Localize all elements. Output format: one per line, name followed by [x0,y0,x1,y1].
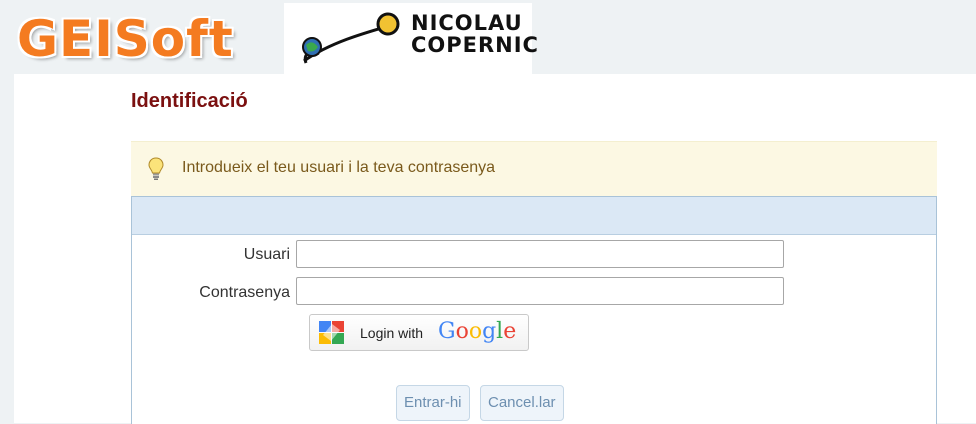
google-letter: o [455,319,469,344]
google-login-text: Login with [360,325,424,341]
hint-box: Introdueix el teu usuari i la teva contr… [131,141,937,196]
school-logo: NICOLAU COPERNIC [284,3,538,74]
google-wordmark: Google [438,319,516,344]
geisoft-logo: GEISoft [17,10,234,68]
submit-button[interactable]: Entrar-hi [396,385,470,421]
google-squares-icon [319,321,344,344]
google-letter: e [503,319,517,344]
cancel-button[interactable]: Cancel.lar [480,385,564,421]
header-bar: GEISoft NICOLAU COPERNIC [0,0,976,74]
google-letter: o [468,319,483,344]
password-input[interactable] [296,277,784,305]
google-letter: g [482,319,497,344]
google-login-button[interactable]: Login with Google [309,314,529,351]
user-input[interactable] [296,240,784,268]
page-title: Identificació [131,90,248,112]
password-label: Contrasenya [199,284,290,301]
lightbulb-icon [148,157,164,180]
google-letter: G [438,319,456,344]
user-label: Usuari [243,246,290,263]
form-header [132,197,936,235]
school-logo-line1: NICOLAU [411,11,523,35]
school-logo-line2: COPERNIC [411,33,539,57]
hint-text: Introdueix el teu usuari i la teva contr… [182,159,496,176]
